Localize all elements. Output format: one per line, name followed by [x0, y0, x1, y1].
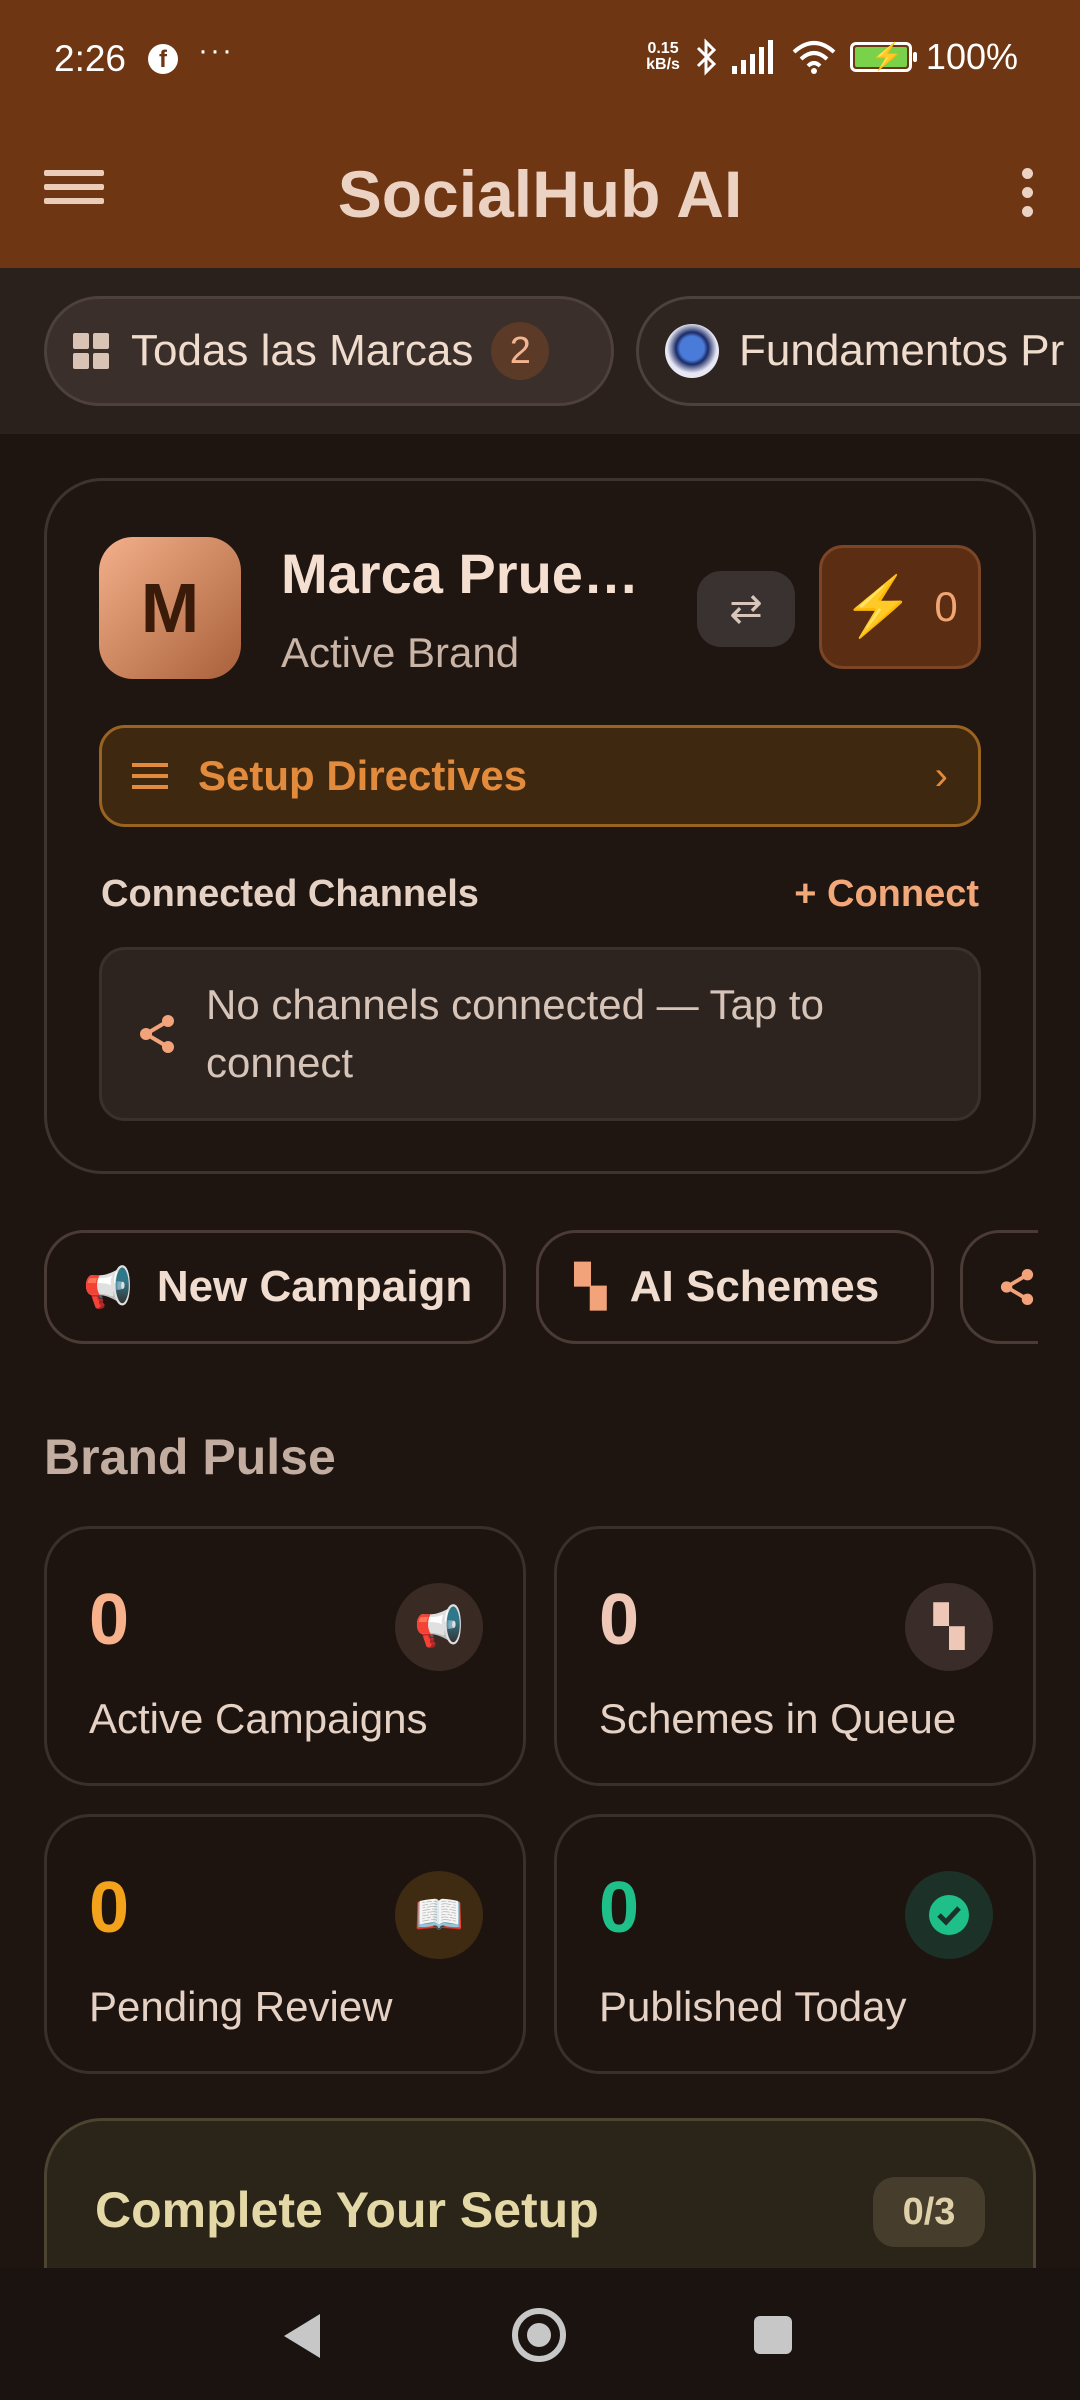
directives-label: Setup Directives — [198, 752, 528, 799]
network-speed: 0.15 kB/s — [646, 40, 680, 73]
lightning-icon: ⚡ — [842, 574, 915, 639]
stat-label: Published Today — [599, 1983, 907, 2030]
megaphone-icon: 📢 — [395, 1583, 483, 1671]
stat-pending-review[interactable]: 0 📖 Pending Review — [44, 1814, 526, 2074]
active-brand-card: M Marca Prueb… Active Brand ⇄ ⚡ 0 Setup … — [44, 478, 1036, 1174]
energy-button[interactable]: ⚡ 0 — [819, 545, 981, 669]
book-icon: 📖 — [395, 1871, 483, 1959]
chip-brand-fundamentos[interactable]: Fundamentos Pr — [636, 296, 1080, 406]
bluetooth-icon — [696, 38, 717, 76]
stat-label: Pending Review — [89, 1983, 393, 2030]
stat-label: Active Campaigns — [89, 1695, 428, 1742]
connected-channels-label: Connected Channels — [101, 873, 479, 915]
status-time: 2:26 — [54, 38, 127, 79]
stat-label: Schemes in Queue — [599, 1695, 957, 1742]
more-vert-icon[interactable] — [1012, 160, 1042, 230]
share-icon — [140, 1015, 174, 1053]
tune-icon — [132, 756, 168, 796]
brand-name: Marca Prueb… — [281, 542, 671, 605]
empty-channels-text: No channels connected — Tap to connect — [206, 981, 824, 1086]
chip-label: Fundamentos Pr — [739, 326, 1065, 375]
more-dots-icon: ··· — [198, 34, 234, 67]
chip-all-brands[interactable]: Todas las Marcas 2 — [44, 296, 614, 406]
setup-title: Complete Your Setup — [95, 2182, 599, 2238]
empty-channels-box[interactable]: No channels connected — Tap to connect — [99, 947, 981, 1121]
share-action-button[interactable] — [960, 1230, 1038, 1344]
stat-value: 0 — [89, 1580, 130, 1660]
brand-pulse-title: Brand Pulse — [44, 1429, 336, 1485]
stat-value: 0 — [599, 1580, 640, 1660]
facebook-icon: f — [148, 44, 178, 74]
battery-icon: ⚡ — [849, 41, 917, 72]
app-title: SocialHub AI — [337, 157, 743, 231]
app-bar: SocialHub AI — [0, 122, 1080, 268]
brand-count-badge: 2 — [491, 322, 550, 380]
swap-icon[interactable]: ⇄ — [697, 571, 795, 647]
scheme-tree-icon: ▚ — [905, 1583, 993, 1671]
share-icon — [1000, 1269, 1034, 1305]
connect-button[interactable]: + Connect — [794, 873, 979, 916]
setup-directives-button[interactable]: Setup Directives › — [99, 725, 981, 827]
energy-count: 0 — [934, 583, 958, 630]
quick-actions-row: 📢 New Campaign ▚ AI Schemes — [44, 1230, 1038, 1344]
brand-avatar — [665, 324, 719, 378]
stat-value: 0 — [599, 1868, 640, 1948]
system-nav-bar — [0, 2268, 1080, 2400]
stat-active-campaigns[interactable]: 0 📢 Active Campaigns — [44, 1526, 526, 1786]
brand-initial-avatar: M — [99, 537, 241, 679]
chevron-right-icon: › — [934, 753, 948, 798]
setup-progress-badge: 0/3 — [873, 2177, 985, 2247]
grid-icon — [73, 333, 109, 369]
stat-published-today[interactable]: 0 Published Today — [554, 1814, 1036, 2074]
check-circle-icon — [905, 1871, 993, 1959]
home-icon[interactable] — [512, 2308, 566, 2362]
ai-schemes-button[interactable]: ▚ AI Schemes — [536, 1230, 934, 1344]
new-campaign-button[interactable]: 📢 New Campaign — [44, 1230, 506, 1344]
megaphone-icon: 📢 — [83, 1265, 133, 1310]
stat-schemes-in-queue[interactable]: 0 ▚ Schemes in Queue — [554, 1526, 1036, 1786]
wifi-icon — [792, 41, 836, 74]
signal-icon — [731, 40, 773, 74]
chip-label: Todas las Marcas — [131, 326, 474, 375]
recent-apps-icon[interactable] — [754, 2316, 792, 2354]
scheme-tree-icon: ▚ — [575, 1265, 606, 1309]
back-icon[interactable] — [284, 2314, 320, 2358]
status-bar: 2:26 f ··· 0.15 kB/s ⚡ 100% — [0, 0, 1080, 122]
stat-value: 0 — [89, 1868, 130, 1948]
action-label: New Campaign — [156, 1262, 473, 1311]
brand-subtitle: Active Brand — [281, 629, 520, 676]
battery-percent: 100% — [925, 36, 1018, 77]
action-label: AI Schemes — [629, 1262, 880, 1311]
brand-selector-strip: Todas las Marcas 2 Fundamentos Pr — [0, 268, 1080, 434]
